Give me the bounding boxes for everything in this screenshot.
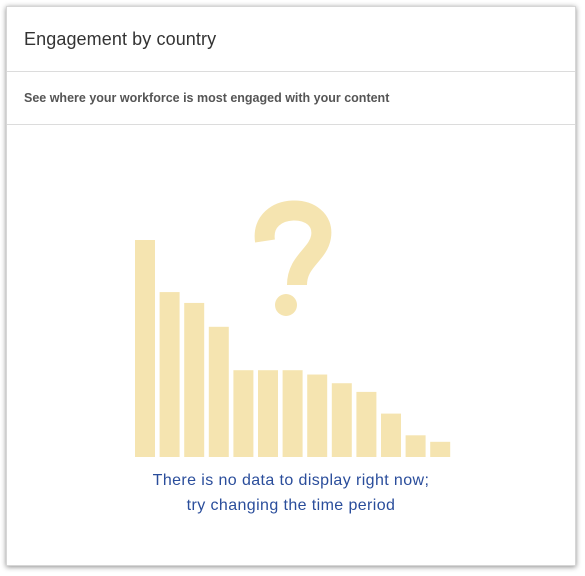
placeholder-bar [258, 370, 278, 457]
engagement-card: Engagement by country See where your wor… [6, 6, 576, 566]
placeholder-bar [430, 441, 451, 457]
placeholder-bar [159, 292, 180, 457]
no-data-message-line2: try changing the time period [186, 497, 396, 514]
placeholder-bar [405, 435, 426, 457]
placeholder-bar [331, 383, 352, 457]
placeholder-bar [208, 326, 229, 457]
placeholder-bar [184, 302, 205, 457]
placeholder-bar [135, 240, 155, 457]
card-header: Engagement by country [7, 7, 575, 72]
card-subheader: See where your workforce is most engaged… [7, 72, 575, 125]
card-subtitle: See where your workforce is most engaged… [24, 91, 390, 105]
no-data-message-line1: There is no data to display right now; [152, 472, 430, 489]
placeholder-bar [381, 413, 401, 457]
card-title: Engagement by country [24, 28, 217, 49]
question-mark-icon [254, 200, 332, 316]
placeholder-bar [282, 370, 303, 457]
placeholder-bar [307, 374, 328, 457]
placeholder-bar [356, 391, 377, 457]
placeholder-bar [233, 370, 254, 457]
empty-state: There is no data to display right now; t… [7, 125, 575, 565]
